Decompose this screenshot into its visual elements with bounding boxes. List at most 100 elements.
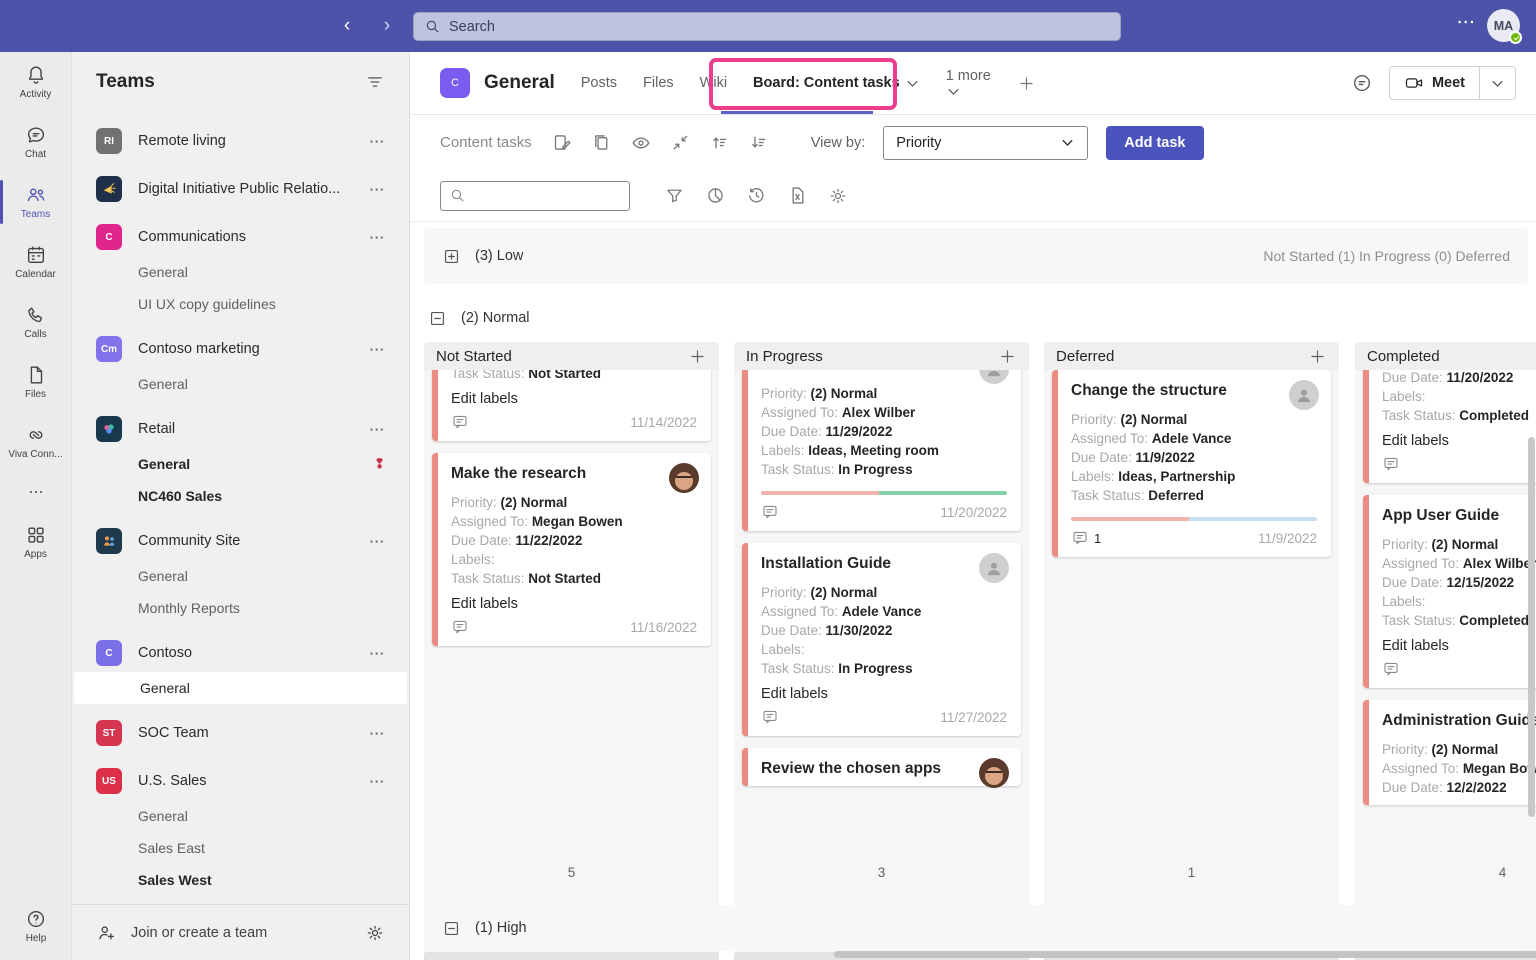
- team-more-menu[interactable]: ∙∙∙: [370, 230, 385, 245]
- rail-item-chat[interactable]: Chat: [0, 112, 71, 172]
- sidebar-team-u-s-sales[interactable]: USU.S. Sales∙∙∙: [72, 762, 409, 800]
- task-card-app-user-guide[interactable]: App User GuidePriority: (2) NormalAssign…: [1363, 495, 1536, 688]
- task-card-change-the-structure[interactable]: Change the structurePriority: (2) Normal…: [1052, 370, 1331, 557]
- sidebar-team-contoso[interactable]: CContoso∙∙∙: [72, 634, 409, 672]
- sidebar-channel-sales-east[interactable]: Sales East: [72, 832, 409, 864]
- edit-labels-link[interactable]: Edit labels: [1382, 638, 1449, 654]
- back-arrow-icon[interactable]: ‹: [336, 13, 358, 39]
- team-more-menu[interactable]: ∙∙∙: [370, 726, 385, 741]
- sidebar-channel-sales-west[interactable]: Sales West: [72, 864, 409, 896]
- sidebar-team-contoso-marketing[interactable]: CmContoso marketing∙∙∙: [72, 330, 409, 368]
- task-priority: Priority: (2) Normal: [1382, 740, 1536, 759]
- board-column-completed: CompletedPriority: Assigned To: Due Date…: [1355, 342, 1536, 960]
- task-title: Change the structure: [1071, 382, 1317, 400]
- tab-posts[interactable]: Posts: [581, 75, 617, 91]
- channel-conversation-icon[interactable]: [1351, 72, 1373, 94]
- team-more-menu[interactable]: ∙∙∙: [370, 534, 385, 549]
- task-card-permissions-guide[interactable]: Permissions GuidePriority: (2) NormalAss…: [742, 370, 1021, 531]
- rail-item-more[interactable]: [0, 472, 71, 512]
- meet-button[interactable]: Meet: [1389, 66, 1516, 100]
- meet-options-chevron[interactable]: [1479, 67, 1515, 99]
- person-add-icon: [96, 922, 117, 943]
- sidebar-team-soc-team[interactable]: STSOC Team∙∙∙: [72, 714, 409, 752]
- sidebar-channel-general[interactable]: General: [72, 368, 409, 400]
- sidebar-channel-general[interactable]: General❢: [72, 448, 409, 480]
- task-assigned-to: Assigned To: Megan Bowen: [451, 512, 697, 531]
- edit-labels-link[interactable]: Edit labels: [1382, 433, 1449, 449]
- horizontal-scrollbar[interactable]: [834, 951, 1536, 958]
- rail-item-viva-conn-[interactable]: Viva Conn...: [0, 412, 71, 472]
- assignee-avatar: [669, 463, 699, 493]
- forward-arrow-icon[interactable]: ›: [376, 13, 398, 39]
- tab-more[interactable]: 1 more: [946, 68, 991, 99]
- task-card-administration-guide[interactable]: Administration GuidePriority: (2) Normal…: [1363, 700, 1536, 805]
- tab-wiki[interactable]: Wiki: [700, 75, 727, 91]
- plan-title: Content tasks: [440, 134, 532, 151]
- megaphone-icon: [101, 181, 117, 197]
- team-more-menu[interactable]: ∙∙∙: [370, 134, 385, 149]
- sidebar-team-community-site[interactable]: Community Site∙∙∙: [72, 522, 409, 560]
- add-card-icon[interactable]: [688, 347, 707, 366]
- sidebar-channel-general[interactable]: General: [74, 672, 407, 704]
- add-card-icon[interactable]: [998, 347, 1017, 366]
- task-card-footer: [1382, 658, 1536, 680]
- expand-group-icon[interactable]: [442, 247, 461, 266]
- rail-item-help[interactable]: Help: [0, 900, 72, 952]
- sidebar-team-remote-living[interactable]: RIRemote living∙∙∙: [72, 122, 409, 160]
- sidebar-team-digital-initiative-public-relatio-[interactable]: Digital Initiative Public Relatio... ∙∙∙: [72, 170, 409, 208]
- rename-plan-icon[interactable]: [552, 132, 573, 153]
- task-card-make-the-research[interactable]: Make the researchPriority: (2) NormalAss…: [432, 453, 711, 646]
- tab-files[interactable]: Files: [643, 75, 674, 91]
- sidebar-channel-general[interactable]: General: [72, 256, 409, 288]
- calendar-icon: [25, 244, 47, 266]
- sidebar-channel-monthly-reports[interactable]: Monthly Reports: [72, 592, 409, 624]
- team-more-menu[interactable]: ∙∙∙: [370, 182, 385, 197]
- user-avatar[interactable]: MA: [1487, 9, 1520, 42]
- rail-item-teams[interactable]: Teams: [0, 172, 71, 232]
- collapse-group-icon[interactable]: [428, 309, 447, 328]
- vertical-scrollbar[interactable]: [1528, 437, 1535, 817]
- sidebar-channel-general[interactable]: General: [72, 800, 409, 832]
- task-card-review-the-chosen-apps[interactable]: Review the chosen apps: [742, 748, 1021, 786]
- field-value: Ideas, Partnership: [1118, 469, 1235, 484]
- collapse-group-icon[interactable]: [442, 919, 461, 938]
- rail-item-activity[interactable]: Activity: [0, 52, 71, 112]
- join-or-create-team-button[interactable]: Join or create a team: [72, 904, 409, 960]
- team-more-menu[interactable]: ∙∙∙: [370, 422, 385, 437]
- edit-labels-link[interactable]: Edit labels: [451, 391, 518, 407]
- field-label: Task Status:: [451, 370, 528, 381]
- add-task-button[interactable]: Add task: [1106, 126, 1203, 160]
- task-assigned-to: Assigned To: Alex Wilber: [1382, 554, 1536, 573]
- sidebar-channel-ui-ux-copy-guidelines[interactable]: UI UX copy guidelines: [72, 288, 409, 320]
- manage-teams-gear-icon[interactable]: [365, 923, 385, 943]
- add-tab-icon[interactable]: [1017, 74, 1036, 93]
- rail-item-apps[interactable]: Apps: [0, 512, 71, 572]
- team-more-menu[interactable]: ∙∙∙: [370, 774, 385, 789]
- task-card[interactable]: Priority: Assigned To: Due Date: 11/20/2…: [1363, 370, 1536, 483]
- edit-labels-link[interactable]: Edit labels: [761, 686, 828, 702]
- rail-item-calendar[interactable]: Calendar: [0, 232, 71, 292]
- sidebar-team-retail[interactable]: Retail∙∙∙: [72, 410, 409, 448]
- field-value: 12/15/2022: [1447, 575, 1515, 590]
- rail-item-calls[interactable]: Calls: [0, 292, 71, 352]
- rail-item-files[interactable]: Files: [0, 352, 71, 412]
- sidebar-channel-nc460-sales[interactable]: NC460 Sales: [72, 480, 409, 512]
- person-icon: [984, 558, 1004, 578]
- filter-teams-icon[interactable]: [365, 72, 385, 92]
- team-more-menu[interactable]: ∙∙∙: [370, 342, 385, 357]
- topbar-more-menu[interactable]: ∙∙∙: [1457, 14, 1476, 31]
- team-name: Contoso marketing: [138, 341, 354, 357]
- sidebar-channel-general[interactable]: General: [72, 560, 409, 592]
- clipped-column-header: [424, 952, 719, 960]
- field-value: Adele Vance: [842, 604, 922, 619]
- channel-name: Sales East: [138, 840, 205, 856]
- team-more-menu[interactable]: ∙∙∙: [370, 646, 385, 661]
- edit-labels-link[interactable]: Edit labels: [451, 596, 518, 612]
- team-name: Digital Initiative Public Relatio...: [138, 181, 354, 197]
- add-card-icon[interactable]: [1308, 347, 1327, 366]
- assignee-avatar: [979, 553, 1009, 583]
- task-card-installation-guide[interactable]: Installation GuidePriority: (2) NormalAs…: [742, 543, 1021, 736]
- sidebar-team-communications[interactable]: CCommunications∙∙∙: [72, 218, 409, 256]
- task-card-update-the-website[interactable]: Update the websitePriority: (2) NormalAs…: [432, 370, 711, 441]
- field-label: Labels:: [761, 642, 805, 657]
